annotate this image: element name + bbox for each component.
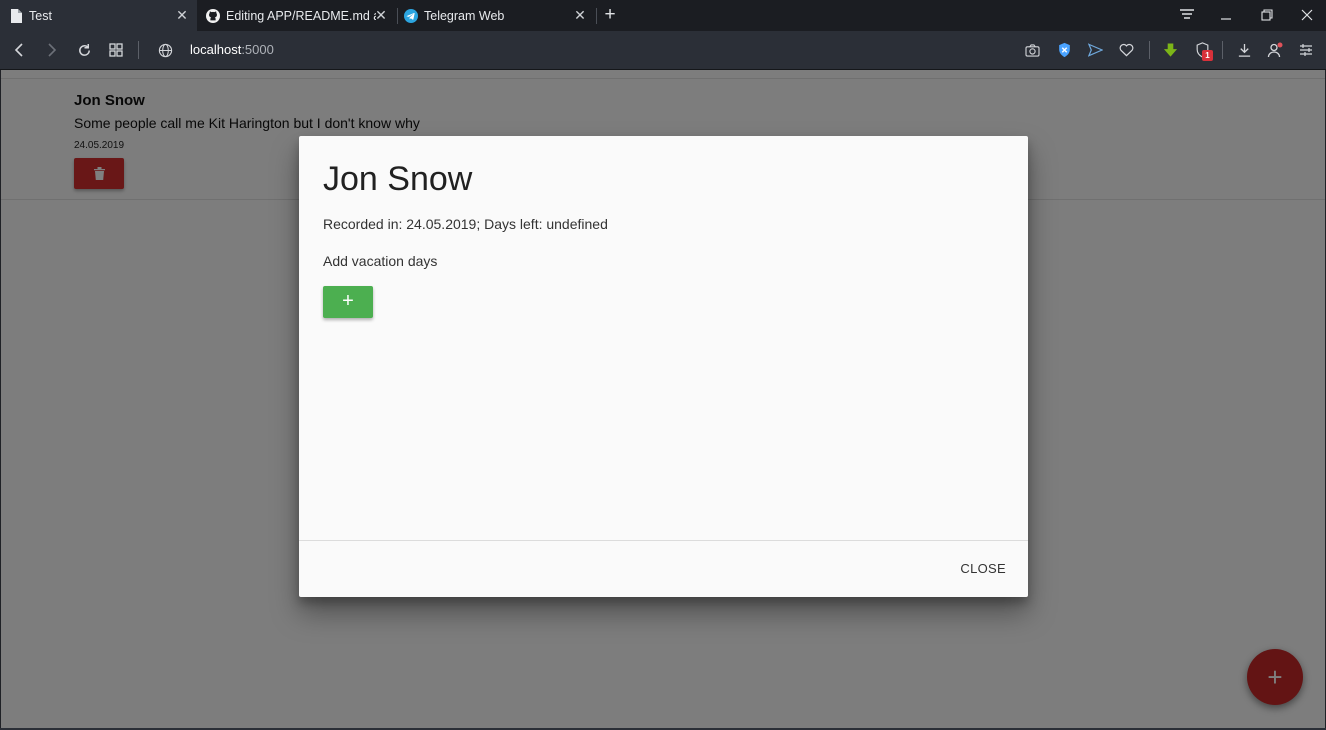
restore-icon[interactable]: [1256, 5, 1278, 25]
toolbar-divider: [1149, 41, 1150, 59]
tab-strip: Test ✕ Editing APP/README.md a ✕ Telegra…: [0, 0, 1326, 31]
url-host: localhost: [190, 42, 242, 57]
telegram-icon: [404, 8, 418, 23]
tab-title: Test: [29, 8, 52, 23]
tab-github[interactable]: Editing APP/README.md a ✕: [198, 0, 396, 31]
globe-icon[interactable]: [155, 40, 175, 60]
minimize-icon[interactable]: [1215, 5, 1237, 25]
tab-menu-icon[interactable]: [1176, 5, 1198, 25]
speed-dial-icon[interactable]: [106, 40, 126, 60]
document-icon: [9, 8, 23, 23]
address-field[interactable]: localhost:5000: [190, 42, 274, 57]
tab-title: Telegram Web: [424, 8, 505, 23]
window-close-icon[interactable]: [1296, 5, 1318, 25]
settings-sliders-icon[interactable]: [1296, 40, 1316, 60]
send-icon[interactable]: [1085, 40, 1105, 60]
page-viewport: Jon Snow Some people call me Kit Haringt…: [1, 70, 1325, 728]
camera-icon[interactable]: [1022, 40, 1042, 60]
heart-icon[interactable]: [1116, 40, 1136, 60]
person-modal: Jon Snow Recorded in: 24.05.2019; Days l…: [299, 136, 1028, 597]
back-icon[interactable]: [10, 40, 30, 60]
recorded-info: Recorded in: 24.05.2019; Days left: unde…: [323, 216, 608, 232]
tab-separator: [596, 8, 597, 24]
profile-icon[interactable]: [1265, 40, 1285, 60]
forward-icon[interactable]: [41, 40, 61, 60]
extension-badge: 1: [1202, 50, 1213, 61]
modal-footer: CLOSE: [299, 540, 1028, 597]
download-icon[interactable]: [1234, 40, 1254, 60]
modal-title: Jon Snow: [323, 160, 473, 198]
add-vacation-button[interactable]: +: [323, 286, 373, 318]
close-icon[interactable]: ✕: [573, 8, 587, 22]
close-button[interactable]: CLOSE: [960, 561, 1006, 576]
url-port: :5000: [241, 42, 274, 57]
download-manager-extension-icon[interactable]: [1160, 40, 1180, 60]
close-icon[interactable]: ✕: [175, 8, 189, 22]
new-tab-button[interactable]: +: [600, 5, 620, 26]
browser-toolbar: localhost:5000 1: [0, 31, 1326, 70]
tab-telegram[interactable]: Telegram Web ✕: [398, 0, 595, 31]
add-vacation-label: Add vacation days: [323, 253, 438, 269]
reload-icon[interactable]: [74, 40, 94, 60]
toolbar-divider: [138, 41, 139, 59]
github-icon: [206, 8, 220, 23]
toolbar-divider: [1222, 41, 1223, 59]
ublock-extension-icon[interactable]: 1: [1192, 40, 1213, 61]
close-icon[interactable]: ✕: [374, 8, 388, 22]
tab-title: Editing APP/README.md a: [226, 8, 376, 23]
tab-test[interactable]: Test ✕: [0, 0, 197, 31]
shield-extension-icon[interactable]: [1054, 40, 1074, 60]
